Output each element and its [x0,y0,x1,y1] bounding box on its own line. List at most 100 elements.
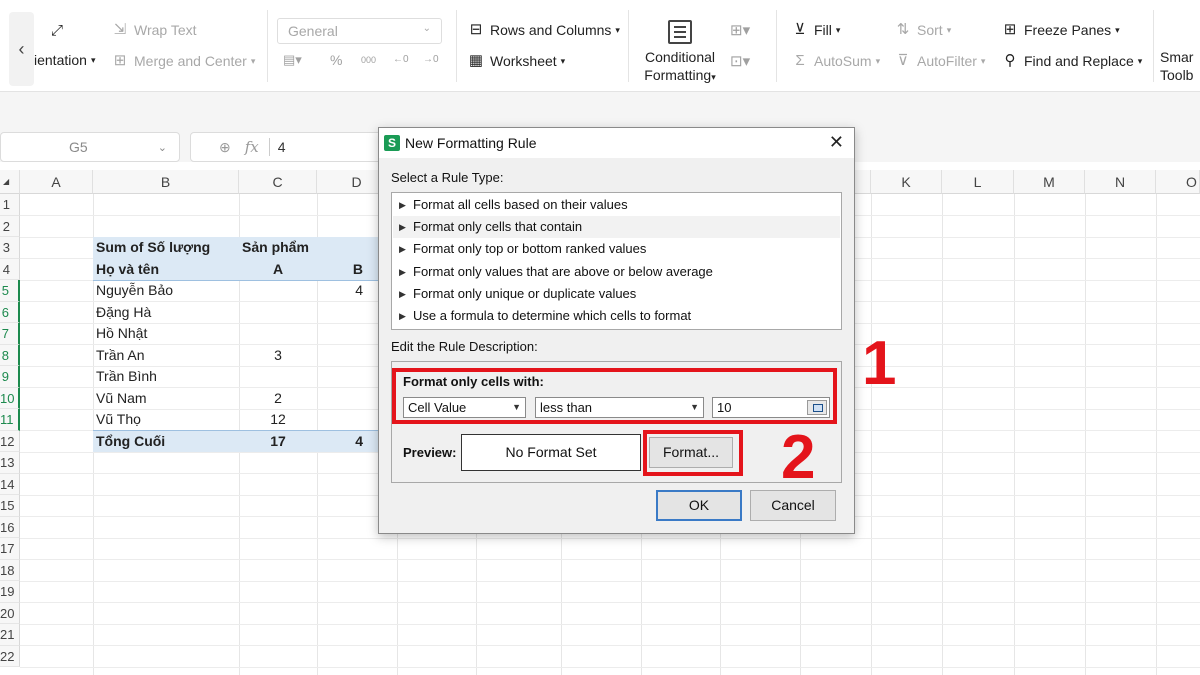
cell-style-icon[interactable]: ⊞▾ [730,21,750,39]
freeze-panes-button[interactable]: ⊞ Freeze Panes ▾ [1001,21,1120,39]
decrease-decimal-button[interactable]: →0 [423,54,439,65]
dialog-title-bar[interactable]: S New Formatting Rule ✕ [379,128,854,158]
row-header-selected[interactable]: 8 [0,344,20,366]
row-header-selected[interactable]: 7 [0,323,20,345]
wrap-text-button[interactable]: ⇲ Wrap Text [111,21,197,39]
fill-icon: ⊻ [794,21,806,38]
pivot-value-cell[interactable]: 2 [239,388,317,409]
freeze-panes-label: Freeze Panes [1024,22,1112,38]
row-header[interactable]: 4 [0,258,20,280]
rule-type-item[interactable]: ▶ Format only unique or duplicate values [393,283,840,305]
find-replace-label: Find and Replace [1024,53,1134,69]
pivot-product-header[interactable]: Sản phẩm [242,237,309,258]
pivot-value-cell[interactable]: 4 [317,280,363,301]
function-icon[interactable]: fx [245,138,259,156]
rows-columns-button[interactable]: ⊟ Rows and Columns ▾ [467,21,620,39]
conditional-formatting-button[interactable]: Conditional Formatting▾ [642,20,718,86]
formula-input[interactable]: ⊕ fx 4 [190,132,390,162]
row-header[interactable]: 12 [0,430,20,452]
number-format-value: General [288,23,338,39]
autosum-button[interactable]: Σ AutoSum ▾ [791,52,880,70]
rule-type-item[interactable]: ▶ Format only top or bottom ranked values [393,238,840,260]
merge-center-label: Merge and Center [134,53,247,69]
pivot-total-a[interactable]: 17 [239,431,317,452]
zoom-icon[interactable]: ⊕ [219,139,231,156]
fill-button[interactable]: ⊻ Fill ▾ [791,21,841,39]
pivot-column-b-header[interactable]: B [317,259,363,280]
rule-type-label: Format only unique or duplicate values [413,286,637,301]
row-header[interactable]: 14 [0,473,20,495]
row-header[interactable]: 18 [0,559,20,581]
percent-button[interactable]: % [330,52,342,68]
pivot-name-cell[interactable]: Hồ Nhật [96,323,147,344]
row-header[interactable]: 22 [0,645,20,667]
row-header[interactable]: 17 [0,538,20,560]
cancel-button[interactable]: Cancel [750,490,836,521]
row-header-selected[interactable]: 10 [0,387,20,409]
row-header[interactable]: 21 [0,624,20,646]
select-all-corner[interactable]: ◢ [0,170,20,194]
rule-type-label: Use a formula to determine which cells t… [413,308,692,323]
pivot-name-cell[interactable]: Đặng Hà [96,302,151,323]
name-box[interactable]: G5 ⌄ [0,132,180,162]
worksheet-button[interactable]: ▦ Worksheet ▾ [467,52,565,70]
orientation-icon-button[interactable]: ⤢ [48,22,71,40]
column-header[interactable]: L [942,170,1014,194]
pivot-total-b[interactable]: 4 [317,431,363,452]
increase-decimal-button[interactable]: ←0 [393,54,409,65]
pivot-name-cell[interactable]: Vũ Nam [96,388,147,409]
rule-type-item[interactable]: ▶ Format all cells based on their values [393,194,840,216]
pivot-sum-header[interactable]: Sum of Số lượng [96,237,210,258]
find-replace-button[interactable]: ⚲ Find and Replace ▾ [1001,52,1143,70]
row-header[interactable]: 2 [0,215,20,237]
pivot-name-cell[interactable]: Trần Bình [96,366,157,387]
row-header[interactable]: 1 [0,194,20,216]
row-header-selected[interactable]: 6 [0,301,20,323]
pivot-name-header[interactable]: Họ và tên [96,259,159,280]
pivot-value-cell[interactable]: 3 [239,345,317,366]
worksheet-label: Worksheet [490,53,557,69]
orientation-button[interactable]: ientation ▾ [34,52,95,68]
column-header[interactable]: C [239,170,317,194]
row-header[interactable]: 3 [0,237,20,259]
pivot-name-cell[interactable]: Nguyễn Bảo [96,280,173,301]
column-header[interactable]: M [1014,170,1085,194]
sort-button[interactable]: ⇅ Sort ▾ [894,21,952,39]
currency-format-icon[interactable]: ▤▾ [283,52,302,68]
rule-type-item[interactable]: ▶ Format only values that are above or be… [393,261,840,283]
row-header-selected[interactable]: 9 [0,366,20,388]
step-1-number: 1 [862,329,897,398]
row-header[interactable]: 20 [0,602,20,624]
row-header-selected[interactable]: 5 [0,280,20,302]
ok-button[interactable]: OK [656,490,742,521]
border-icon[interactable]: ⊡▾ [730,52,750,70]
pivot-value-cell[interactable]: 12 [239,409,317,430]
column-header[interactable]: N [1085,170,1156,194]
pivot-name-cell[interactable]: Trần An [96,345,145,366]
autofilter-button[interactable]: ⊽ AutoFilter ▾ [894,52,986,70]
number-format-select[interactable]: General ⌄ [277,18,442,44]
column-header[interactable]: K [871,170,942,194]
column-header[interactable]: A [20,170,93,194]
row-header[interactable]: 16 [0,516,20,538]
rule-type-list[interactable]: ▶ Format all cells based on their values … [391,192,842,330]
pivot-name-cell[interactable]: Vũ Thọ [96,409,141,430]
row-header[interactable]: 19 [0,581,20,603]
column-header[interactable]: O [1156,170,1200,194]
column-header[interactable]: B [93,170,239,194]
ribbon-scroll-left-button[interactable]: ‹ [9,12,34,86]
ribbon-divider [628,10,629,82]
merge-center-button[interactable]: ⊞ Merge and Center ▾ [111,52,256,70]
row-header-selected[interactable]: 11 [0,409,20,431]
pivot-total-label[interactable]: Tổng Cuối [96,431,165,452]
smart-toolbox-button[interactable]: Smar Toolb [1160,24,1193,84]
chevron-down-icon: ⌄ [422,23,431,34]
row-header[interactable]: 15 [0,495,20,517]
row-header[interactable]: 13 [0,452,20,474]
rule-type-item[interactable]: ▶ Use a formula to determine which cells … [393,305,840,327]
caret-down-icon: ▾ [560,55,566,66]
thousands-separator-button[interactable]: 000 [361,55,376,65]
pivot-column-a-header[interactable]: A [239,259,317,280]
rule-type-item-selected[interactable]: ▶ Format only cells that contain [393,216,840,238]
close-icon[interactable]: ✕ [829,132,844,153]
